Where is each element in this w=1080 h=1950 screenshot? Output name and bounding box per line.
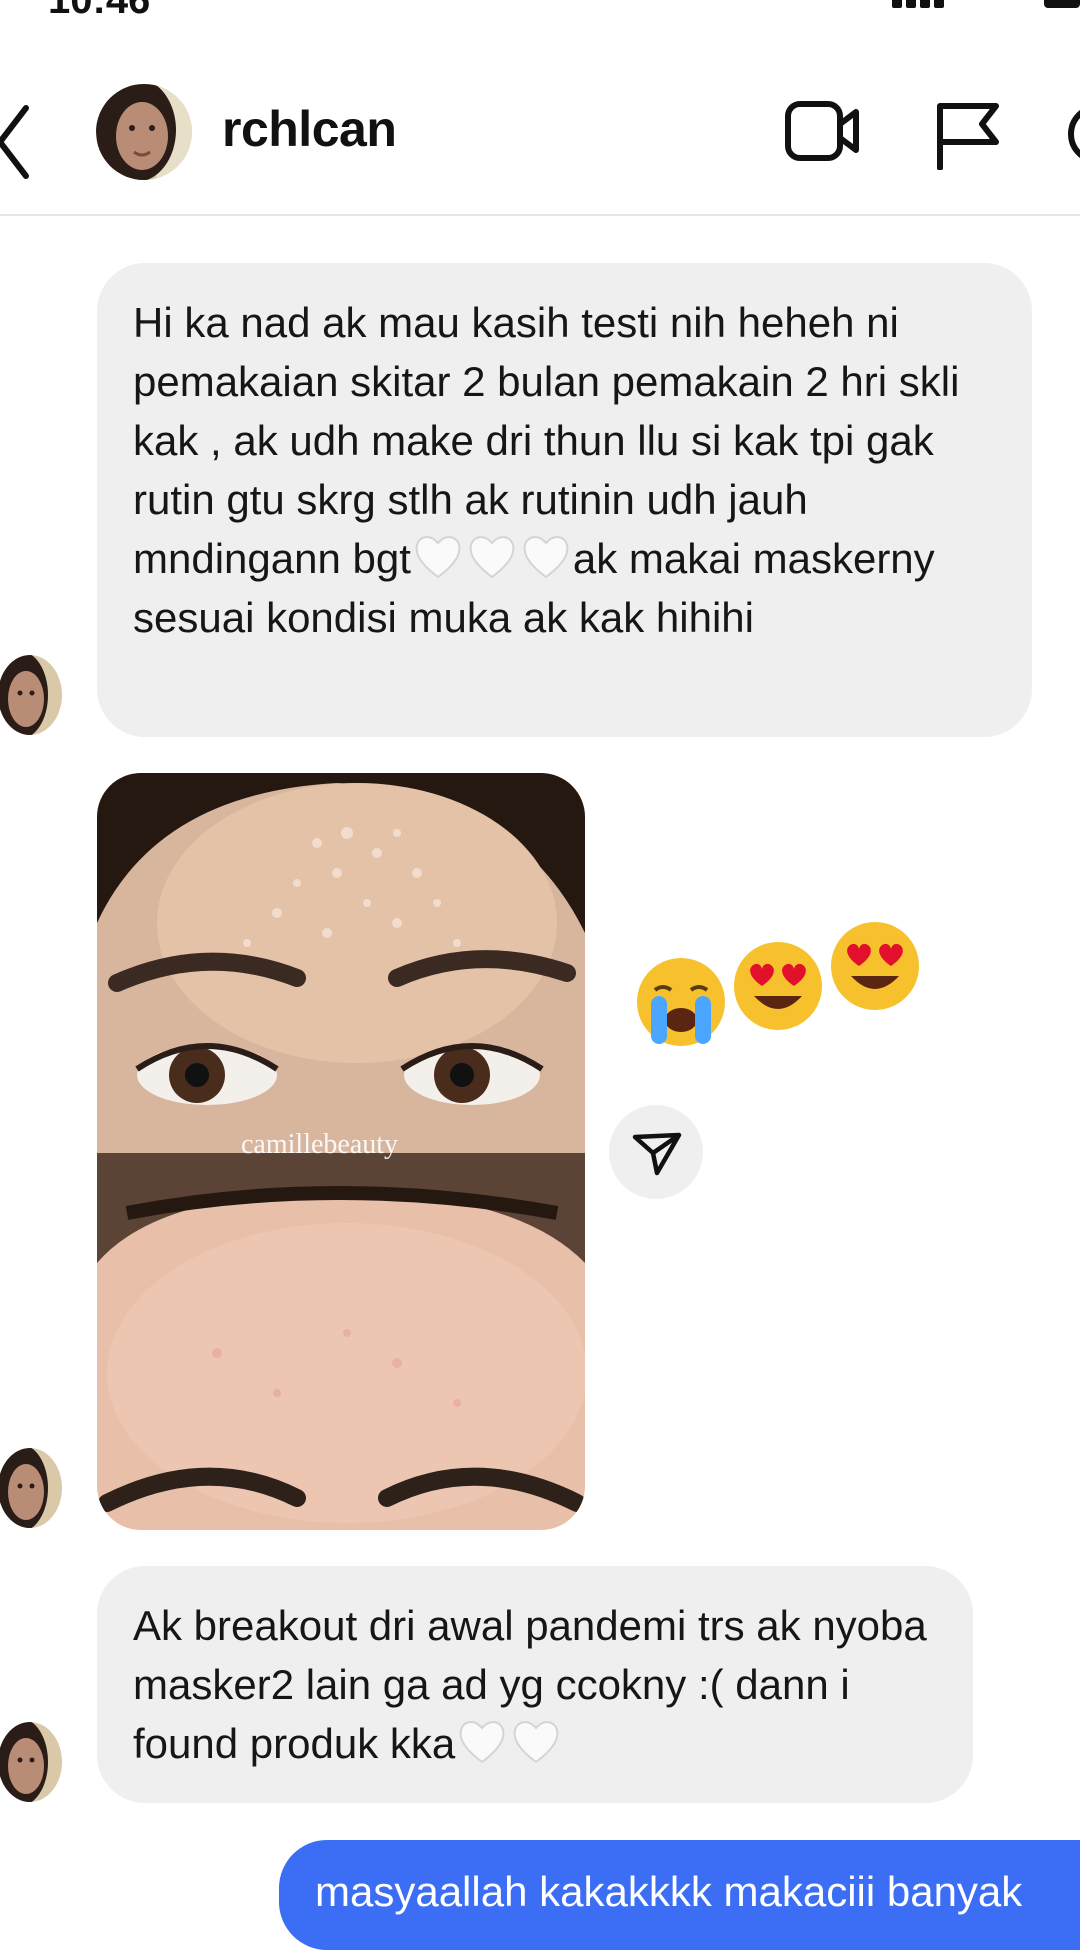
status-time: 10:46 — [48, 0, 151, 22]
message-bubble[interactable]: Ak breakout dri awal pandemi trs ak nyob… — [97, 1566, 973, 1803]
photo-watermark: camillebeauty — [241, 1129, 399, 1160]
profile-avatar[interactable] — [96, 84, 192, 180]
before-photo — [97, 773, 585, 1153]
chat-username[interactable]: rchlcan — [222, 100, 397, 158]
flag-icon[interactable] — [934, 100, 1000, 170]
outgoing-message-bubble[interactable]: masyaallah kakakkkk makaciii banyak — [279, 1840, 1080, 1950]
avatar-image — [96, 84, 192, 180]
white-heart-icon — [513, 1721, 559, 1764]
share-button[interactable] — [609, 1105, 703, 1199]
sender-avatar[interactable] — [0, 1448, 62, 1528]
info-icon[interactable] — [1068, 104, 1080, 164]
photo-message[interactable]: camillebeauty — [97, 773, 585, 1530]
chat-header: rchlcan — [0, 60, 1080, 216]
battery-icon — [1044, 0, 1080, 8]
hearts — [411, 535, 573, 582]
crying-face-icon — [637, 958, 725, 1046]
status-bar: 10:46 — [0, 0, 1080, 40]
white-heart-icon — [459, 1721, 505, 1764]
share-arrow-icon — [632, 1132, 682, 1176]
message-bubble[interactable]: Hi ka nad ak mau kasih testi nih heheh n… — [97, 263, 1032, 737]
back-arrow-icon[interactable] — [0, 100, 40, 184]
white-heart-icon — [415, 536, 461, 579]
white-heart-icon — [523, 536, 569, 579]
heart-eyes-face-icon — [831, 922, 919, 1010]
white-heart-icon — [469, 536, 515, 579]
signal-icon — [892, 0, 944, 8]
emoji-message[interactable] — [633, 918, 933, 1048]
message-text: masyaallah kakakkkk makaciii banyak — [315, 1868, 1023, 1915]
after-photo — [97, 1153, 585, 1530]
heart-eyes-face-icon — [734, 942, 822, 1030]
video-call-icon[interactable] — [784, 98, 860, 164]
sender-avatar[interactable] — [0, 1722, 62, 1802]
hearts — [455, 1720, 563, 1767]
sender-avatar[interactable] — [0, 655, 62, 735]
